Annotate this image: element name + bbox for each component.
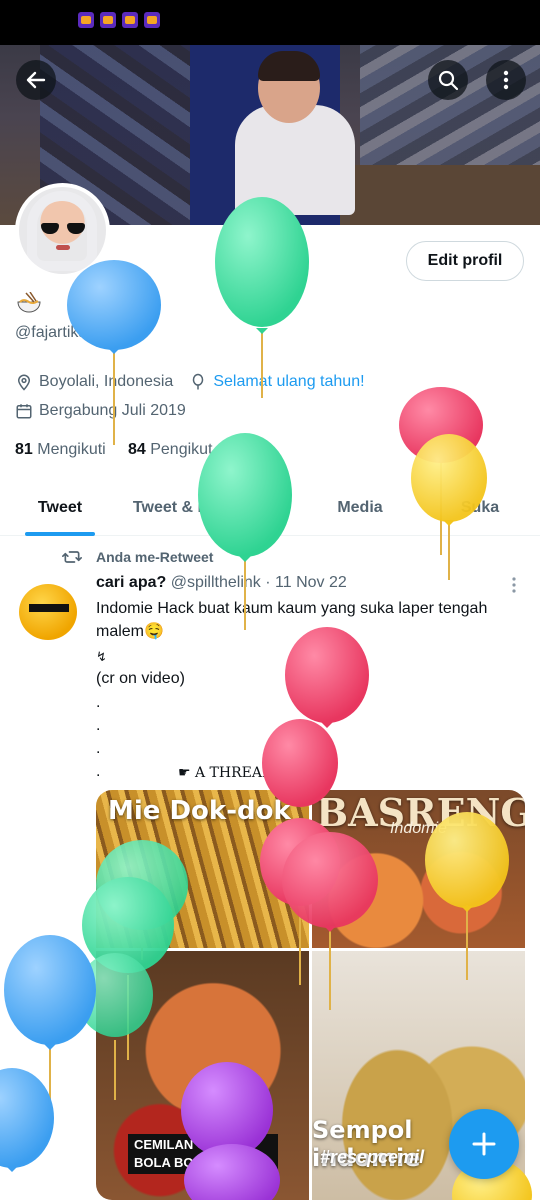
arrow-left-icon	[26, 71, 46, 89]
media-image-1[interactable]: Mie Dok-dok	[96, 790, 309, 948]
profile-avatar[interactable]	[15, 183, 110, 278]
edit-profile-button[interactable]: Edit profil	[406, 241, 524, 281]
tab-media[interactable]: Media	[300, 480, 420, 536]
followers-label: Pengikut	[150, 441, 213, 458]
back-button[interactable]	[16, 60, 56, 100]
notification-icon	[100, 12, 116, 28]
following-label: Mengikuti	[37, 441, 106, 458]
media-caption-line: BOLA BOLA IE	[134, 1155, 227, 1170]
compose-button[interactable]	[449, 1109, 519, 1179]
notification-icon	[144, 12, 160, 28]
following-link[interactable]: 81 Mengikuti	[15, 441, 106, 458]
retweet-icon	[62, 551, 82, 563]
more-vertical-icon	[503, 70, 509, 90]
tweet-thread-label: ☛ A THREAD ☚	[178, 765, 291, 781]
search-button[interactable]	[428, 60, 468, 100]
media-subtitle: Indomie	[390, 820, 447, 837]
follow-counts: 81 Mengikuti 84 Pengikut	[15, 441, 212, 459]
tweet-header: cari apa? @spillthelink · 11 Nov 22	[96, 574, 347, 592]
tweet-author-name[interactable]: cari apa?	[96, 574, 166, 591]
tab-tweets-replies[interactable]: Tweet & balasan	[120, 480, 270, 536]
tweet-text-line: Indomie Hack buat kaum kaum yang suka la…	[96, 600, 488, 617]
active-tab-indicator	[25, 532, 95, 536]
tweet-avatar[interactable]	[15, 578, 83, 646]
profile-handle: @fajartikaaa	[15, 324, 106, 341]
search-icon	[438, 70, 459, 91]
tweet-text-line: malem🤤	[96, 623, 164, 640]
meta-row: Boyolali, Indonesia Selamat ulang tahun!	[15, 373, 365, 391]
following-count: 81	[15, 441, 33, 458]
profile-joined: Bergabung Juli 2019	[39, 402, 186, 419]
profile-tabs: Tweet Tweet & balasan Media Suka	[0, 480, 540, 536]
media-caption-line: CEMILAN OS	[134, 1137, 216, 1152]
media-image-2[interactable]: BASRENG Indomie	[312, 790, 525, 948]
notification-icon	[122, 12, 138, 28]
retweet-label: Anda me-Retweet	[96, 549, 214, 565]
tab-tweets[interactable]: Tweet	[0, 480, 120, 536]
media-image-3[interactable]: CEMILAN OS BOLA BOLA IE	[96, 951, 309, 1200]
followers-count: 84	[127, 441, 146, 458]
tweet-text-line: .	[96, 694, 101, 711]
calendar-icon	[16, 404, 32, 419]
balloon-icon	[215, 197, 309, 398]
tweet-more-icon[interactable]	[510, 576, 518, 594]
profile-location: Boyolali, Indonesia	[39, 373, 174, 390]
balloon-icon	[4, 935, 96, 1120]
plus-icon	[472, 1132, 496, 1156]
noodle-bowl-icon	[17, 292, 41, 313]
followers-link[interactable]: 84 Pengikut	[128, 441, 213, 458]
tweet-text-line: (cr on video)	[96, 670, 185, 687]
location-pin-icon	[17, 374, 31, 391]
retweet-context: Anda me-Retweet	[62, 548, 213, 566]
tweet-text-line: .	[96, 740, 101, 757]
birthday-link[interactable]: Selamat ulang tahun!	[213, 373, 364, 391]
media-subtitle: #resepcemil	[320, 1147, 425, 1167]
tweet-text-line: .	[96, 763, 101, 780]
balloon-icon	[0, 1068, 54, 1172]
tweet-text-line: .	[96, 717, 101, 734]
tweet-author-handle[interactable]: @spillthelink	[171, 574, 261, 591]
notification-icon	[78, 12, 94, 28]
tab-likes[interactable]: Suka	[420, 480, 540, 536]
balloon-icon	[193, 373, 204, 390]
tweet-date[interactable]: · 11 Nov 22	[265, 574, 347, 591]
media-title: Mie Dok-dok	[108, 796, 291, 826]
tweet-text-line: ↯	[96, 649, 107, 664]
meta-row: Bergabung Juli 2019	[15, 402, 186, 420]
media-caption: CEMILAN OS BOLA BOLA IE	[128, 1134, 278, 1174]
status-bar	[0, 0, 540, 45]
more-options-button[interactable]	[486, 60, 526, 100]
